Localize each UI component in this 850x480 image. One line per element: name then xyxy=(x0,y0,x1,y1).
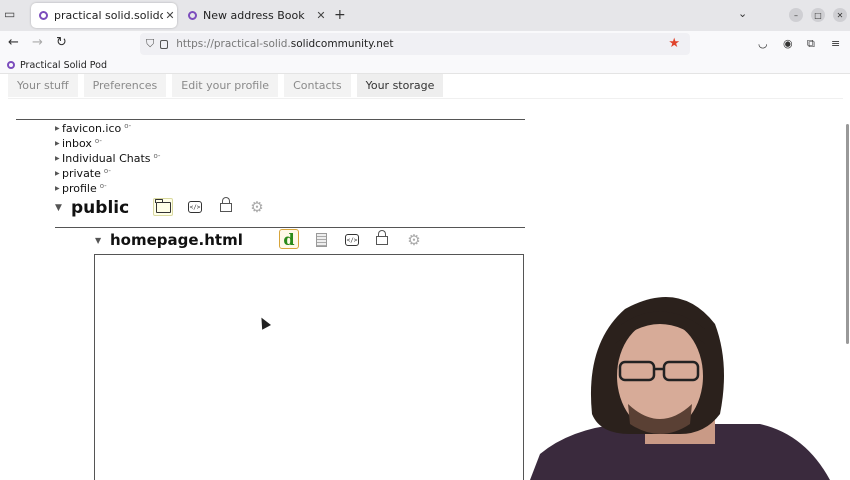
shield-icon[interactable]: ⛉ xyxy=(146,37,154,51)
tab-contacts[interactable]: Contacts xyxy=(284,74,351,97)
file-item-profile[interactable]: ▶ profile o- xyxy=(55,181,107,196)
document-view-button[interactable] xyxy=(311,231,331,249)
gear-icon: ⚙ xyxy=(250,197,264,216)
tab-preferences[interactable]: Preferences xyxy=(83,74,167,97)
expand-icon[interactable]: ▶ xyxy=(55,140,62,147)
minimize-icon[interactable]: – xyxy=(789,8,803,22)
sharing-button[interactable] xyxy=(372,229,392,247)
document-icon xyxy=(315,233,327,247)
lock-icon[interactable] xyxy=(160,39,169,49)
browser-tab[interactable]: New address Book ✕ xyxy=(180,3,328,28)
expand-icon[interactable]: ▶ xyxy=(55,155,62,162)
expand-icon[interactable]: ▶ xyxy=(55,170,62,177)
key-icon: o- xyxy=(94,136,102,145)
folder-view-button[interactable] xyxy=(153,198,173,216)
webcam-overlay xyxy=(530,284,850,480)
solid-favicon-icon xyxy=(39,11,48,20)
bookmark-item[interactable]: Practical Solid Pod xyxy=(20,60,107,71)
file-item-individual-chats[interactable]: ▶ Individual Chats o- xyxy=(55,151,161,166)
forward-icon[interactable]: → xyxy=(32,35,43,50)
browser-tab-active[interactable]: practical solid.solidcommu ✕ xyxy=(31,3,177,28)
maximize-icon[interactable]: □ xyxy=(811,8,825,22)
source-view-button[interactable]: </> xyxy=(342,231,362,249)
sharing-button[interactable] xyxy=(216,196,236,214)
tab-title: New address Book xyxy=(203,9,305,22)
extensions-icon[interactable]: ⧉ xyxy=(807,37,815,51)
key-icon: o- xyxy=(124,121,132,130)
solid-favicon-icon xyxy=(7,61,15,69)
dokieli-icon: d xyxy=(279,229,299,249)
pocket-icon[interactable]: ◡ xyxy=(758,37,768,50)
code-icon: </> xyxy=(345,234,359,246)
close-window-icon[interactable]: ✕ xyxy=(833,8,847,22)
pod-tabs: Your stuff Preferences Edit your profile… xyxy=(8,74,449,97)
collapse-icon[interactable]: ▼ xyxy=(55,203,71,213)
back-icon[interactable]: ← xyxy=(8,35,19,50)
source-view-button[interactable]: </> xyxy=(185,198,205,216)
solid-favicon-icon xyxy=(188,11,197,20)
url-bar[interactable]: ⛉ https://practical-solid.solidcommunity… xyxy=(140,33,690,55)
account-icon[interactable]: ◉ xyxy=(783,37,793,50)
tab-list-icon[interactable]: ▭ xyxy=(4,7,20,23)
browser-tab-bar: ▭ practical solid.solidcommu ✕ New addre… xyxy=(0,0,850,31)
folder-icon xyxy=(155,198,171,213)
folder-name: public xyxy=(71,198,130,218)
close-tab-icon[interactable]: ✕ xyxy=(163,9,177,22)
divider xyxy=(55,227,525,228)
file-preview-frame[interactable] xyxy=(94,254,524,480)
chevron-down-icon[interactable]: ⌄ xyxy=(738,7,747,20)
screen: ▭ practical solid.solidcommu ✕ New addre… xyxy=(0,0,850,480)
tab-your-stuff[interactable]: Your stuff xyxy=(8,74,78,97)
lock-icon xyxy=(220,197,232,212)
reload-icon[interactable]: ↻ xyxy=(56,35,67,50)
tab-your-storage[interactable]: Your storage xyxy=(356,74,444,97)
file-homepage-header[interactable]: ▼ homepage.html xyxy=(95,231,243,249)
key-icon: o- xyxy=(103,166,111,175)
tab-title: practical solid.solidcommu xyxy=(54,9,163,22)
new-tab-icon[interactable]: + xyxy=(334,7,346,23)
divider xyxy=(16,119,525,120)
gear-icon: ⚙ xyxy=(407,230,421,249)
close-tab-icon[interactable]: ✕ xyxy=(314,9,328,22)
settings-button[interactable]: ⚙ xyxy=(247,198,267,216)
file-item-inbox[interactable]: ▶ inbox o- xyxy=(55,136,102,151)
file-name: homepage.html xyxy=(110,231,243,249)
bookmark-star-icon[interactable]: ★ xyxy=(668,36,680,51)
page-content: Your stuff Preferences Edit your profile… xyxy=(0,74,850,480)
bookmarks-bar: Practical Solid Pod xyxy=(0,57,850,74)
folder-public-header[interactable]: ▼ public xyxy=(55,198,129,218)
webcam-person-image xyxy=(530,297,830,480)
key-icon: o- xyxy=(153,151,161,160)
lock-icon xyxy=(376,230,388,245)
file-item-favicon[interactable]: ▶ favicon.ico o- xyxy=(55,121,132,136)
url-text: https://practical-solid.solidcommunity.n… xyxy=(176,38,394,50)
expand-icon[interactable]: ▶ xyxy=(55,185,62,192)
tab-edit-profile[interactable]: Edit your profile xyxy=(172,74,279,97)
dokieli-view-button[interactable]: d xyxy=(279,229,299,249)
code-icon: </> xyxy=(188,201,202,213)
collapse-icon[interactable]: ▼ xyxy=(95,236,110,245)
expand-icon[interactable]: ▶ xyxy=(55,125,62,132)
settings-button[interactable]: ⚙ xyxy=(404,231,424,249)
navigation-bar: ← → ↻ ⛉ https://practical-solid.solidcom… xyxy=(0,31,850,57)
menu-icon[interactable]: ≡ xyxy=(831,37,840,50)
file-item-private[interactable]: ▶ private o- xyxy=(55,166,111,181)
key-icon: o- xyxy=(99,181,107,190)
